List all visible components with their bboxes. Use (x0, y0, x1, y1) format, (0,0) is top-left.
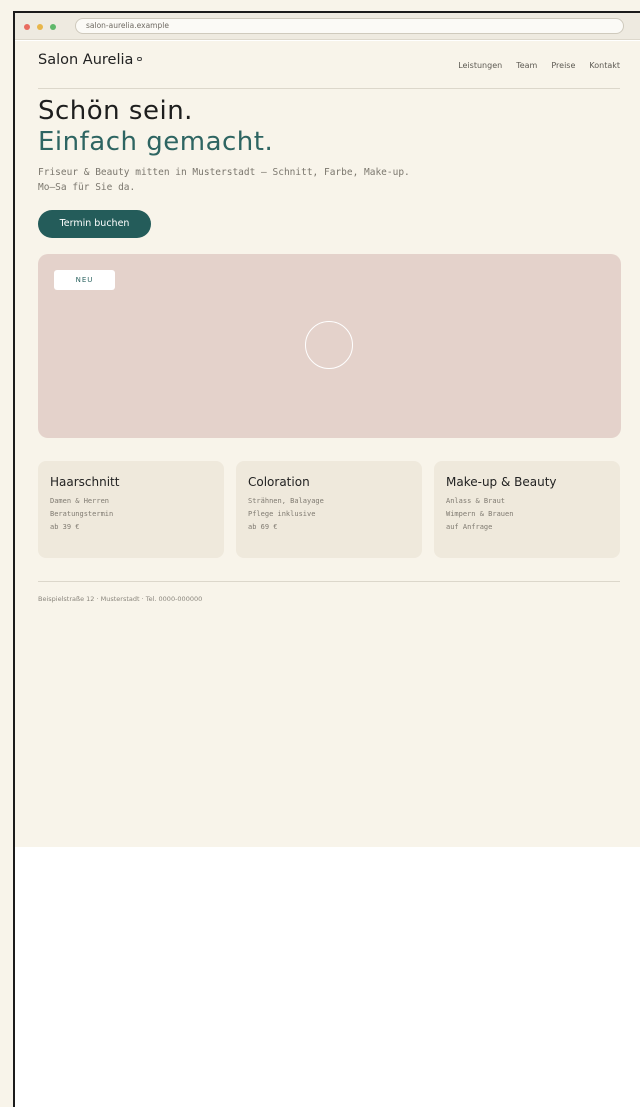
service-card-coloration[interactable]: Coloration Strähnen, Balayage Pflege ink… (236, 461, 422, 558)
main-nav: Leistungen Team Preise Kontakt (458, 61, 620, 70)
nav-item-kontakt[interactable]: Kontakt (589, 61, 620, 70)
header-divider (38, 88, 620, 89)
browser-window: salon-aurelia.example Salon Aurelia Leis… (13, 11, 640, 1107)
close-window-icon[interactable] (24, 24, 30, 30)
service-price: ab 39 € (50, 523, 80, 531)
service-detail: Anlass & Braut (446, 497, 506, 505)
browser-toolbar: salon-aurelia.example (15, 13, 640, 40)
hero-title: Schön sein. (38, 96, 193, 126)
service-title: Coloration (248, 475, 310, 489)
address-bar[interactable]: salon-aurelia.example (75, 18, 624, 34)
nav-item-leistungen[interactable]: Leistungen (458, 61, 502, 70)
service-title: Haarschnitt (50, 475, 120, 489)
maximize-window-icon[interactable] (50, 24, 56, 30)
service-card-haarschnitt[interactable]: Haarschnitt Damen & Herren Beratungsterm… (38, 461, 224, 558)
service-title: Make-up & Beauty (446, 475, 557, 489)
service-price: auf Anfrage (446, 523, 493, 531)
brand-circle-icon (137, 56, 142, 61)
brand-name: Salon Aurelia (38, 52, 134, 68)
service-detail: Beratungstermin (50, 510, 114, 518)
page-content: Salon Aurelia Leistungen Team Preise Kon… (15, 41, 640, 847)
hero-subtitle-line: Friseur & Beauty mitten in Musterstadt —… (38, 167, 410, 178)
service-detail: Strähnen, Balayage (248, 497, 324, 505)
footer-divider (38, 581, 620, 582)
hero-title-accent: Einfach gemacht. (38, 127, 274, 157)
nav-item-team[interactable]: Team (516, 61, 537, 70)
hero-subtitle: Friseur & Beauty mitten in Musterstadt —… (38, 165, 410, 195)
hero-subtitle-line: Mo–Sa für Sie da. (38, 182, 136, 193)
book-appointment-button[interactable]: Termin buchen (38, 210, 151, 238)
service-price: ab 69 € (248, 523, 278, 531)
service-card-makeup[interactable]: Make-up & Beauty Anlass & Braut Wimpern … (434, 461, 620, 558)
hero-image: NEU (38, 254, 621, 438)
minimize-window-icon[interactable] (37, 24, 43, 30)
nav-item-preise[interactable]: Preise (551, 61, 575, 70)
circle-icon (305, 321, 353, 369)
service-detail: Wimpern & Brauen (446, 510, 514, 518)
service-detail: Pflege inklusive (248, 510, 316, 518)
footer-address: Beispielstraße 12 · Musterstadt · Tel. 0… (38, 595, 203, 603)
brand-logo[interactable]: Salon Aurelia (38, 52, 142, 68)
new-badge: NEU (54, 270, 115, 290)
service-detail: Damen & Herren (50, 497, 110, 505)
